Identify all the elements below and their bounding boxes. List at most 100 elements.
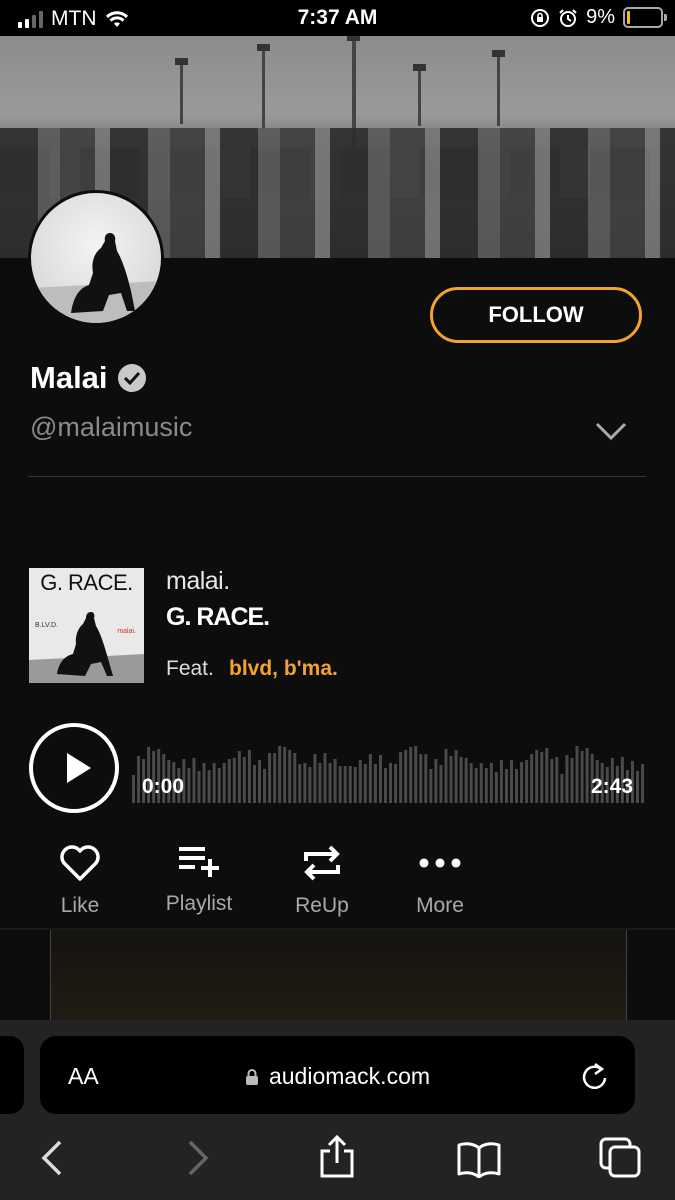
reup-button[interactable]: ReUp <box>280 838 364 918</box>
waveform-bar <box>419 754 423 803</box>
waveform-bar <box>535 750 539 803</box>
forward-icon[interactable] <box>186 1138 210 1178</box>
waveform-bar <box>429 769 433 803</box>
waveform-bar <box>389 763 393 803</box>
play-icon <box>67 753 91 783</box>
waveform-bar <box>444 749 448 803</box>
waveform-bar <box>555 757 559 803</box>
waveform-bar <box>237 751 241 803</box>
waveform-bar <box>343 766 347 803</box>
featuring-artists[interactable]: blvd, b'ma. <box>229 657 338 681</box>
like-button[interactable]: Like <box>40 838 120 918</box>
ad-banner[interactable] <box>50 930 627 1020</box>
waveform-bar <box>404 750 408 803</box>
play-button[interactable] <box>29 723 119 813</box>
heart-icon <box>60 845 100 881</box>
url-text: audiomack.com <box>268 1063 431 1089</box>
waveform-bar <box>585 748 589 803</box>
waveform-bar <box>636 771 639 803</box>
waveform-bar <box>212 763 216 803</box>
waveform-bar <box>434 759 438 803</box>
current-time: 0:00 <box>142 775 185 798</box>
waveform-bar <box>439 765 443 803</box>
waveform-bar <box>373 764 377 803</box>
playlist-add-icon <box>179 847 219 877</box>
artist-name: Malai <box>30 360 108 395</box>
status-bar: MTN 7:37 AM 9% <box>0 0 675 36</box>
waveform-bar <box>268 753 272 803</box>
waveform-bar <box>232 758 236 803</box>
more-dots-icon <box>419 858 461 868</box>
waveform-bar <box>353 767 357 803</box>
waveform-bar <box>394 764 398 803</box>
follow-button[interactable]: FOLLOW <box>430 287 642 343</box>
more-label: More <box>416 894 464 917</box>
waveform-bar <box>368 754 372 803</box>
waveform-bar <box>328 763 332 803</box>
waveform-bar <box>358 760 362 803</box>
waveform-bar <box>303 763 307 803</box>
track-artist[interactable]: malai. <box>166 567 230 596</box>
waveform-scrubber[interactable] <box>132 735 646 803</box>
waveform-bar <box>484 768 488 803</box>
waveform-bar <box>469 763 473 803</box>
chevron-down-icon[interactable] <box>594 420 628 442</box>
battery-icon <box>623 7 667 28</box>
waveform-bar <box>273 753 277 803</box>
waveform-bar <box>424 754 428 803</box>
waveform-bar <box>278 746 282 803</box>
rotation-lock-icon <box>531 8 550 27</box>
reload-icon[interactable] <box>580 1060 610 1092</box>
album-cover[interactable]: G. RACE. B.LV.D. malai. <box>29 568 144 683</box>
waveform-bar <box>187 768 191 803</box>
waveform-bar <box>323 753 327 803</box>
bookmarks-icon[interactable] <box>456 1140 502 1178</box>
waveform-bar <box>515 769 519 803</box>
share-icon[interactable] <box>318 1133 356 1179</box>
waveform-bar <box>414 746 418 803</box>
waveform-bar <box>580 751 584 803</box>
waveform-bar <box>499 760 503 803</box>
waveform-bar <box>263 769 267 803</box>
waveform-bar <box>293 753 297 803</box>
tabs-icon[interactable] <box>598 1136 644 1180</box>
waveform-bar <box>338 766 342 803</box>
repeat-icon <box>304 845 340 881</box>
lock-icon <box>245 1069 258 1085</box>
waveform-bar <box>258 760 261 803</box>
waveform-bar <box>409 747 413 803</box>
playlist-button[interactable]: Playlist <box>150 836 248 916</box>
waveform-bar <box>459 757 463 803</box>
waveform-bar <box>132 775 135 803</box>
artist-handle: @malaimusic <box>30 412 193 442</box>
waveform-bar <box>525 760 529 803</box>
waveform-bar <box>252 765 256 803</box>
track-title[interactable]: G. RACE. <box>166 603 270 632</box>
waveform-bar <box>560 774 564 803</box>
waveform-bar <box>494 772 498 803</box>
waveform-bar <box>454 750 458 803</box>
waveform-bar <box>222 763 226 803</box>
more-button[interactable]: More <box>400 838 480 918</box>
waveform-bar <box>363 764 367 803</box>
battery-percent: 9% <box>586 6 615 28</box>
waveform-bar <box>192 758 196 803</box>
waveform-bar <box>348 766 352 803</box>
waveform-bar <box>545 748 549 803</box>
divider <box>28 476 646 477</box>
waveform-bar <box>565 755 569 803</box>
url-display[interactable]: audiomack.com <box>0 1063 675 1090</box>
waveform-bar <box>283 747 287 803</box>
status-right: 9% <box>530 6 667 29</box>
reup-label: ReUp <box>295 894 349 917</box>
waveform-bar <box>247 750 251 803</box>
alarm-icon <box>559 8 577 27</box>
waveform-bar <box>197 771 201 803</box>
back-icon[interactable] <box>40 1138 64 1178</box>
profile-avatar[interactable] <box>28 190 164 326</box>
waveform-bar <box>202 763 206 803</box>
waveform-bar <box>449 756 453 803</box>
waveform-bar <box>489 763 493 803</box>
waveform-bar <box>217 768 221 803</box>
waveform-bar <box>313 754 317 803</box>
